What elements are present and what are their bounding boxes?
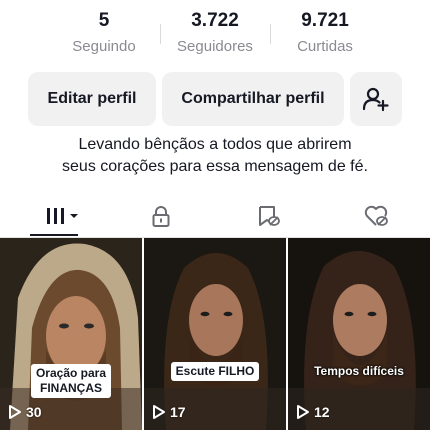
active-tab-indicator	[30, 234, 78, 236]
video-thumbnail-image	[144, 238, 286, 430]
play-icon	[9, 405, 21, 419]
likes-stat[interactable]: 9.721 Curtidas	[255, 8, 395, 60]
video-grid: Oração para FINANÇAS 30 Escute FILHO 17 …	[0, 238, 430, 430]
play-icon	[153, 405, 165, 419]
video-caption: Tempos difíceis	[288, 362, 430, 380]
video-caption-box: Escute FILHO	[170, 362, 260, 381]
add-friend-button[interactable]	[350, 72, 402, 126]
view-count: 17	[152, 404, 186, 420]
lock-icon	[152, 206, 170, 227]
person-plus-icon	[362, 87, 389, 112]
video-caption: Oração para FINANÇAS	[0, 364, 142, 398]
repost-icon	[259, 206, 280, 226]
video-thumbnail-image	[288, 238, 430, 430]
likes-count: 9.721	[301, 10, 349, 31]
video-thumbnail[interactable]: Oração para FINANÇAS 30	[0, 238, 142, 430]
tab-reposts[interactable]	[232, 196, 304, 236]
video-thumbnail[interactable]: Escute FILHO 17	[144, 238, 286, 430]
heart-icon	[364, 205, 388, 226]
bio-line: seus corações para essa mensagem de fé.	[62, 158, 368, 175]
video-thumbnail[interactable]: Tempos difíceis 12	[288, 238, 430, 430]
video-caption: Escute FILHO	[144, 362, 286, 381]
video-caption-line: FINANÇAS	[39, 381, 102, 395]
view-count-value: 17	[170, 404, 186, 420]
grid-icon	[47, 208, 78, 224]
view-count-value: 12	[314, 404, 330, 420]
edit-profile-button[interactable]: Editar perfil	[28, 72, 156, 126]
video-caption-box: Oração para FINANÇAS	[30, 364, 112, 398]
tab-liked[interactable]	[340, 196, 412, 236]
video-caption-line: Oração para	[35, 366, 107, 380]
view-count-value: 30	[26, 404, 42, 420]
video-thumbnail-image	[0, 238, 142, 430]
play-icon	[297, 405, 309, 419]
tab-videos[interactable]	[28, 196, 100, 236]
video-caption-text: Tempos difíceis	[314, 364, 404, 378]
share-profile-button[interactable]: Compartilhar perfil	[162, 72, 344, 126]
profile-bio: Levando bênçãos a todos que abrirem seus…	[20, 134, 410, 178]
view-count: 30	[8, 404, 42, 420]
profile-stats: 5 Seguindo 3.722 Seguidores 9.721 Curtid…	[0, 8, 430, 64]
likes-label: Curtidas	[297, 38, 353, 55]
bio-line: Levando bênçãos a todos que abrirem	[78, 136, 352, 153]
view-count: 12	[296, 404, 330, 420]
tab-private[interactable]	[125, 196, 197, 236]
profile-tabs	[0, 196, 430, 238]
